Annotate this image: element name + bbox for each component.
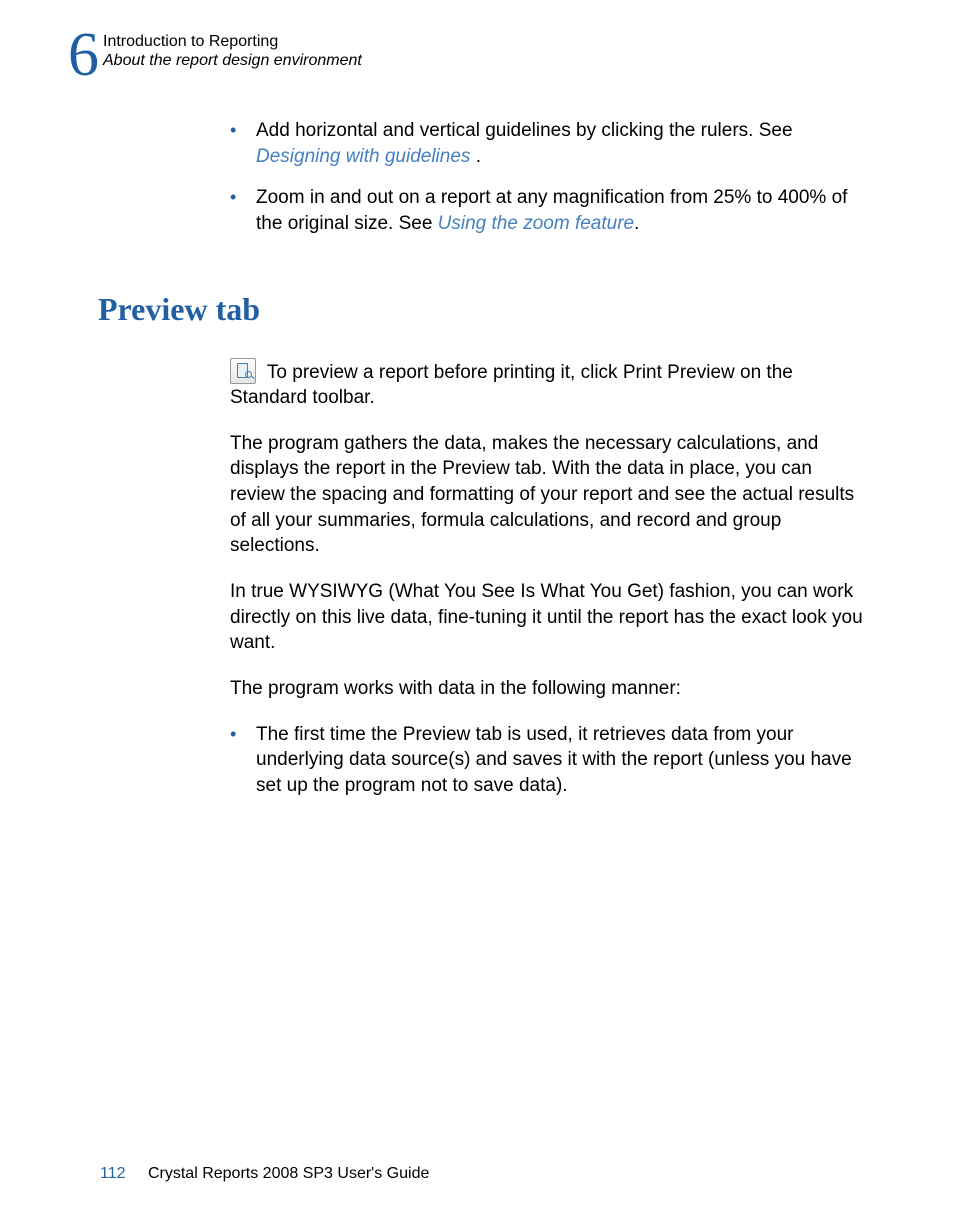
bullet-text: The first time the Preview tab is used, … xyxy=(256,722,870,799)
print-preview-icon xyxy=(230,358,256,384)
bullet-icon: • xyxy=(230,185,256,209)
page-footer: 112 Crystal Reports 2008 SP3 User's Guid… xyxy=(100,1165,429,1183)
list-item: • The first time the Preview tab is used… xyxy=(230,722,870,799)
content-area: • Add horizontal and vertical guidelines… xyxy=(230,118,870,815)
bullet-icon: • xyxy=(230,722,256,746)
page-number: 112 xyxy=(100,1165,126,1182)
bullet-text: Add horizontal and vertical guidelines b… xyxy=(256,118,870,169)
section-heading: Preview tab xyxy=(98,291,870,328)
paragraph: To preview a report before printing it, … xyxy=(230,358,870,411)
link-zoom-feature[interactable]: Using the zoom feature xyxy=(438,213,634,234)
list-item: • Add horizontal and vertical guidelines… xyxy=(230,118,870,169)
bullet-post: . xyxy=(470,146,481,167)
bullet-text: Zoom in and out on a report at any magni… xyxy=(256,185,870,236)
footer-text: Crystal Reports 2008 SP3 User's Guide xyxy=(148,1165,429,1182)
header-title: Introduction to Reporting xyxy=(103,32,362,51)
bullet-icon: • xyxy=(230,118,256,142)
bullet-list-1: • Add horizontal and vertical guidelines… xyxy=(230,118,870,237)
chapter-number: 6 xyxy=(68,28,99,84)
link-designing-guidelines[interactable]: Designing with guidelines xyxy=(256,146,470,167)
paragraph: In true WYSIWYG (What You See Is What Yo… xyxy=(230,579,870,656)
page: 6 Introduction to Reporting About the re… xyxy=(0,0,954,1227)
page-header: 6 Introduction to Reporting About the re… xyxy=(68,28,362,84)
header-subtitle: About the report design environment xyxy=(103,51,362,70)
header-text-block: Introduction to Reporting About the repo… xyxy=(103,28,362,70)
bullet-list-2: • The first time the Preview tab is used… xyxy=(230,722,870,799)
paragraph-text: To preview a report before printing it, … xyxy=(230,362,793,409)
bullet-post: . xyxy=(634,213,639,234)
list-item: • Zoom in and out on a report at any mag… xyxy=(230,185,870,236)
paragraph: The program works with data in the follo… xyxy=(230,676,870,702)
paragraph: The program gathers the data, makes the … xyxy=(230,431,870,559)
bullet-pre: Add horizontal and vertical guidelines b… xyxy=(256,120,793,141)
